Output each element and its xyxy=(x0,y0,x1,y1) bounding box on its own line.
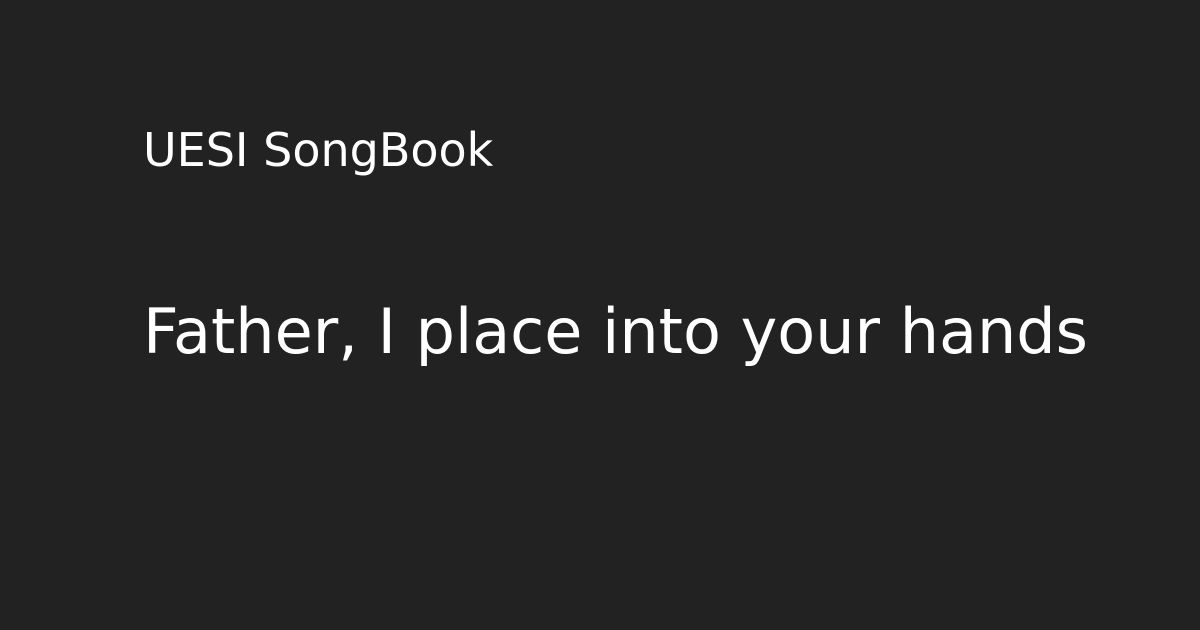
song-title: Father, I place into your hands xyxy=(143,295,1088,368)
social-preview-card: UESI SongBook Father, I place into your … xyxy=(0,0,1200,630)
site-name: UESI SongBook xyxy=(143,123,494,177)
